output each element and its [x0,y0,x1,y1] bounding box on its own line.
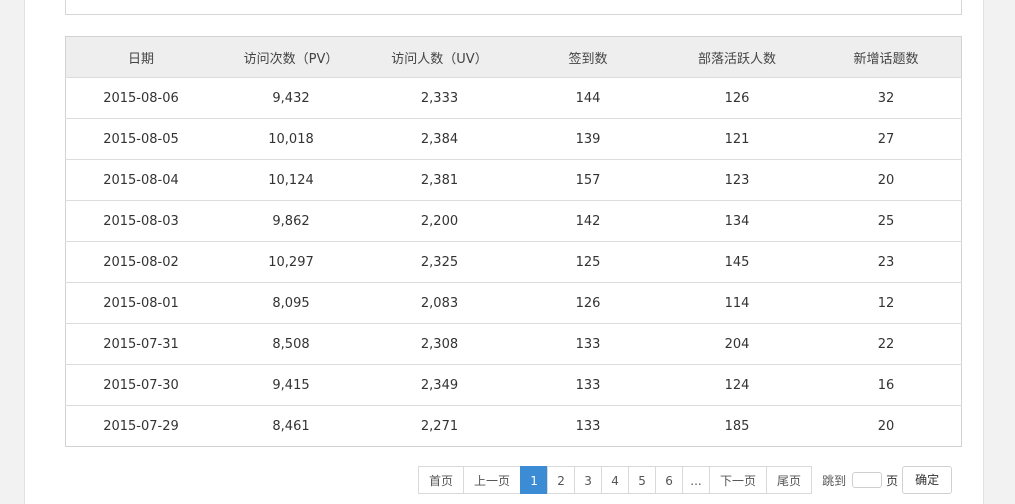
cell-uv: 2,271 [366,405,513,447]
pagination: 首页 上一页 1 2 3 4 5 6 ... 下一页 尾页 跳到 页 确定 [418,466,953,494]
cell-new-topics: 16 [811,364,962,406]
cell-checkins: 126 [513,282,663,324]
header-date: 日期 [65,36,216,78]
cell-uv: 2,381 [366,159,513,201]
header-active-members: 部落活跃人数 [663,36,811,78]
cell-uv: 2,083 [366,282,513,324]
jump-page-input[interactable] [852,472,883,488]
table-row: 2015-08-03 9,862 2,200 142 134 25 [65,200,962,242]
table-header-row: 日期 访问次数（PV） 访问人数（UV） 签到数 部落活跃人数 新增话题数 [65,36,962,78]
confirm-jump-button[interactable]: 确定 [902,466,953,494]
cell-uv: 2,349 [366,364,513,406]
cell-date: 2015-08-02 [65,241,216,283]
cell-pv: 10,297 [216,241,366,283]
cell-active-members: 124 [663,364,811,406]
table-body: 2015-08-06 9,432 2,333 144 126 32 2015-08-05 10… [65,77,962,447]
cell-pv: 9,415 [216,364,366,406]
upper-panel-edge [65,0,962,15]
table-row: 2015-08-06 9,432 2,333 144 126 32 [65,77,962,119]
page-unit-label: 页 [886,473,899,488]
cell-date: 2015-08-03 [65,200,216,242]
cell-pv: 8,095 [216,282,366,324]
cell-new-topics: 20 [811,405,962,447]
cell-new-topics: 23 [811,241,962,283]
table-row: 2015-08-02 10,297 2,325 125 145 23 [65,241,962,283]
cell-date: 2015-07-30 [65,364,216,406]
cell-checkins: 142 [513,200,663,242]
cell-new-topics: 22 [811,323,962,365]
page-button-3[interactable]: 3 [574,466,603,494]
cell-pv: 10,124 [216,159,366,201]
stats-table: 日期 访问次数（PV） 访问人数（UV） 签到数 部落活跃人数 新增话题数 20… [65,36,962,447]
cell-date: 2015-08-04 [65,159,216,201]
cell-new-topics: 32 [811,77,962,119]
page-button-5[interactable]: 5 [628,466,657,494]
cell-date: 2015-08-01 [65,282,216,324]
cell-active-members: 185 [663,405,811,447]
cell-uv: 2,384 [366,118,513,160]
cell-date: 2015-07-29 [65,405,216,447]
table-row: 2015-08-01 8,095 2,083 126 114 12 [65,282,962,324]
cell-uv: 2,308 [366,323,513,365]
pagination-ellipsis: ... [682,466,711,494]
cell-checkins: 133 [513,323,663,365]
table-row: 2015-07-30 9,415 2,349 133 124 16 [65,364,962,406]
cell-active-members: 114 [663,282,811,324]
last-page-button[interactable]: 尾页 [766,466,813,494]
page-button-6[interactable]: 6 [655,466,684,494]
content-panel: 日期 访问次数（PV） 访问人数（UV） 签到数 部落活跃人数 新增话题数 20… [24,0,984,504]
page-button-1[interactable]: 1 [520,466,549,494]
cell-pv: 9,862 [216,200,366,242]
page-button-2[interactable]: 2 [547,466,576,494]
cell-active-members: 204 [663,323,811,365]
prev-page-button[interactable]: 上一页 [463,466,522,494]
cell-new-topics: 12 [811,282,962,324]
cell-checkins: 139 [513,118,663,160]
table-row: 2015-07-29 8,461 2,271 133 185 20 [65,405,962,447]
cell-checkins: 133 [513,364,663,406]
header-pv: 访问次数（PV） [216,36,366,78]
cell-checkins: 157 [513,159,663,201]
cell-active-members: 123 [663,159,811,201]
header-checkins: 签到数 [513,36,663,78]
jump-to-label: 跳到 [822,473,847,488]
page-button-4[interactable]: 4 [601,466,630,494]
cell-new-topics: 25 [811,200,962,242]
table-row: 2015-07-31 8,508 2,308 133 204 22 [65,323,962,365]
cell-date: 2015-08-06 [65,77,216,119]
cell-new-topics: 20 [811,159,962,201]
cell-pv: 8,508 [216,323,366,365]
cell-pv: 8,461 [216,405,366,447]
cell-date: 2015-08-05 [65,118,216,160]
cell-date: 2015-07-31 [65,323,216,365]
cell-new-topics: 27 [811,118,962,160]
cell-active-members: 145 [663,241,811,283]
header-uv: 访问人数（UV） [366,36,513,78]
cell-active-members: 126 [663,77,811,119]
cell-uv: 2,333 [366,77,513,119]
cell-uv: 2,325 [366,241,513,283]
cell-checkins: 144 [513,77,663,119]
cell-checkins: 133 [513,405,663,447]
cell-uv: 2,200 [366,200,513,242]
cell-active-members: 121 [663,118,811,160]
table-row: 2015-08-04 10,124 2,381 157 123 20 [65,159,962,201]
cell-active-members: 134 [663,200,811,242]
cell-pv: 10,018 [216,118,366,160]
header-new-topics: 新增话题数 [811,36,962,78]
first-page-button[interactable]: 首页 [418,466,465,494]
cell-pv: 9,432 [216,77,366,119]
next-page-button[interactable]: 下一页 [709,466,768,494]
cell-checkins: 125 [513,241,663,283]
table-row: 2015-08-05 10,018 2,384 139 121 27 [65,118,962,160]
